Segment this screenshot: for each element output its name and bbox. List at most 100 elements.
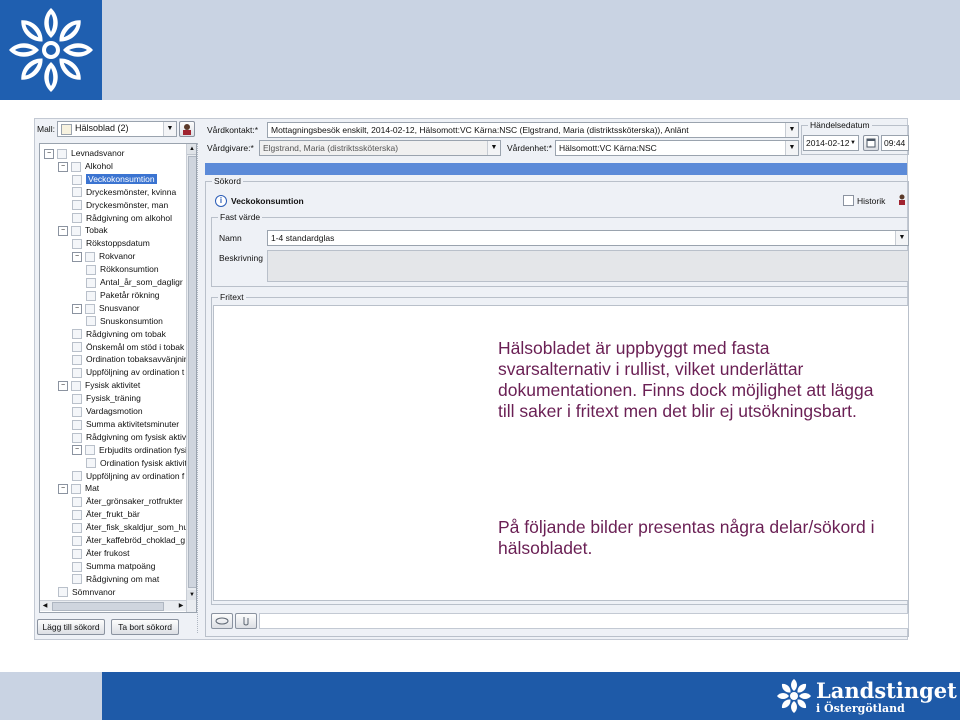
leaf-node-icon [86,458,96,469]
tree-item[interactable]: Rådgivning om fysisk aktiv [72,431,186,443]
link-icon [215,617,229,625]
collapse-icon[interactable]: − [58,380,68,391]
tree-item[interactable]: Paketår rökning [86,289,160,301]
tree-vertical-scrollbar[interactable]: ▲ ▼ [186,144,196,612]
tree-item[interactable]: Dryckesmönster, man [72,199,168,211]
collapse-icon[interactable]: − [44,148,54,159]
vardgivare-dropdown[interactable]: Elgstrand, Maria (distriktssköterska) ▼ [259,140,501,156]
tree-item[interactable]: Äter_kaffebröd_choklad_g [72,534,185,546]
tree-item[interactable]: − Snusvanor [72,302,140,314]
tree-item[interactable]: Summa aktivitetsminuter [72,418,179,430]
tree-item[interactable]: Rådgivning om tobak [72,328,166,340]
tree-item[interactable]: Ordination tobaksavvänjnin [72,353,189,366]
vardenhet-dropdown[interactable]: Hälsomott:VC Kärna:NSC ▼ [555,140,799,156]
remove-keyword-button[interactable]: Ta bort sökord [111,619,179,635]
leaf-node-icon [72,393,82,404]
tree-item-label: Snuskonsumtion [100,315,163,326]
chevron-down-icon[interactable]: ▼ [785,123,798,137]
tree-item[interactable]: Snuskonsumtion [86,315,163,327]
historik-checkbox[interactable] [843,195,854,206]
tree-item[interactable]: Rådgivning om mat [72,573,159,585]
mall-dropdown[interactable]: Hälsoblad (2) ▼ [57,121,177,137]
tree-item[interactable]: Summa matpoäng [72,560,155,572]
tree-item[interactable]: Antal_år_som_dagligr [86,276,183,288]
tree-item-label: Äter_grönsaker_rotfrukter [86,496,183,507]
tree-item[interactable]: Äter frukost [72,547,129,559]
tree-item[interactable]: Äter_frukt_bär [72,508,140,520]
fast-varde-label: Fast värde [218,212,263,222]
chevron-down-icon[interactable]: ▼ [850,136,858,150]
vardkontakt-value: Mottagningsbesök enskilt, 2014-02-12, Hä… [271,125,689,135]
chevron-down-icon[interactable]: ▼ [895,231,908,245]
collapse-icon[interactable]: − [58,484,68,495]
paperclip-button[interactable] [235,613,257,629]
scroll-right-icon[interactable]: ▶ [176,601,186,611]
tree-item[interactable]: Vardagsmotion [72,405,143,417]
add-keyword-button[interactable]: Lägg till sökord [37,619,105,635]
collapse-icon[interactable]: − [58,161,68,172]
tree-item-label: Antal_år_som_dagligr [100,277,183,287]
tree-item[interactable]: Uppföljning av ordination f [72,470,184,482]
collapse-icon[interactable]: − [72,303,82,314]
keyword-tree[interactable]: − Levnadsvanor − Alkohol Veckokonsumtion Dryc… [39,143,197,613]
logo-box [0,0,102,100]
namn-dropdown[interactable]: 1-4 standardglas ▼ [267,230,909,246]
tree-item[interactable]: − Mat [58,482,99,495]
tree-item[interactable]: − Alkohol [58,160,113,172]
historik-label: Historik [857,196,886,206]
tree-item-label: Sömnvanor [72,586,116,597]
tree-item[interactable]: − Levnadsvanor [44,147,124,159]
scroll-left-icon[interactable]: ◀ [40,601,50,611]
tree-item[interactable]: Ordination fysisk aktivit [86,457,187,469]
splitter[interactable] [197,143,202,633]
tree-item[interactable]: − Fysisk aktivitet [58,379,140,391]
attach-button[interactable] [211,613,233,629]
tree-item[interactable]: Veckokonsumtion [72,173,157,185]
tree-item[interactable]: Önskemål om stöd i tobak [72,341,184,353]
scroll-thumb[interactable] [188,156,196,588]
time-input[interactable]: 09:44 [881,135,909,151]
tree-item[interactable]: Rådgivning om alkohol [72,212,172,224]
tree-item[interactable]: Äter_grönsaker_rotfrukter [72,495,183,508]
scroll-down-icon[interactable]: ▼ [187,590,196,600]
user-button[interactable] [179,121,195,137]
time-value: 09:44 [884,138,906,148]
leaf-node-icon [72,355,82,366]
chevron-down-icon[interactable]: ▼ [163,122,176,136]
tree-horizontal-scrollbar[interactable]: ◀ ▶ [40,600,186,611]
folder-icon [71,484,81,495]
tree-item[interactable]: Äter_fisk_skaldjur_som_hu [72,521,188,533]
scroll-up-icon[interactable]: ▲ [187,144,196,155]
tree-item-label: Vardagsmotion [86,406,143,416]
date-value: 2014-02-12 [806,138,850,148]
tree-item-label: Äter_fisk_skaldjur_som_hu [86,522,189,533]
tree-item[interactable]: Sömnvanor [58,586,115,598]
collapse-icon[interactable]: − [72,251,82,262]
tree-item[interactable]: Rökkonsumtion [86,263,159,275]
tree-item[interactable]: − Erbjudits ordination fysisk a [72,444,196,456]
tree-item[interactable]: − Rokvanor [72,250,135,262]
date-input[interactable]: 2014-02-12 ▼ [803,135,859,151]
collapse-icon[interactable]: − [58,226,68,237]
folder-icon [85,445,95,456]
tree-item[interactable]: Dryckesmönster, kvinna [72,186,176,198]
calendar-button[interactable] [863,135,879,151]
chevron-down-icon[interactable]: ▼ [487,141,500,155]
tree-item[interactable]: Rökstoppsdatum [72,237,150,250]
status-field [259,613,909,629]
tree-item[interactable]: Fysisk_träning [72,392,141,404]
tree-item[interactable]: Uppföljning av ordination t [72,366,184,379]
vardkontakt-dropdown[interactable]: Mottagningsbesök enskilt, 2014-02-12, Hä… [267,122,799,138]
folder-icon [85,251,95,262]
tree-item[interactable]: − Tobak [58,224,108,237]
namn-label: Namn [219,233,242,243]
user-small-icon[interactable] [897,193,907,205]
chevron-down-icon[interactable]: ▼ [785,141,798,155]
collapse-icon[interactable]: − [72,445,82,456]
tree-item-label: Fysisk aktivitet [85,380,141,391]
leaf-node-icon [72,174,82,185]
tree-item-label: Veckokonsumtion [86,173,157,184]
hscroll-thumb[interactable] [52,602,164,611]
brand-name: Landstinget [816,678,957,703]
vardkontakt-label: Vårdkontakt:* [207,125,259,135]
